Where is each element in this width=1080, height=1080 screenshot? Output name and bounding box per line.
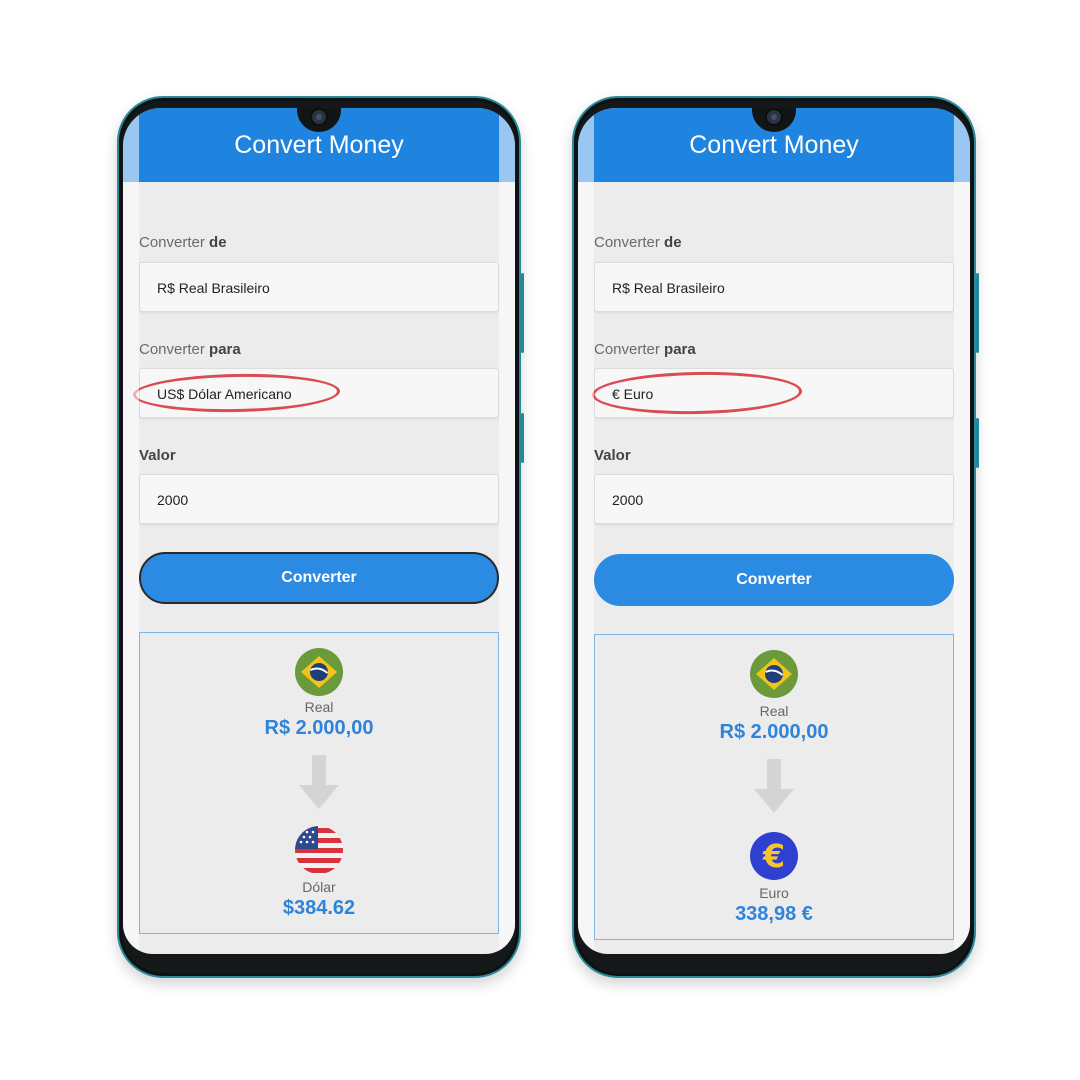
amount-label: Valor	[139, 447, 176, 464]
amount-input[interactable]: 2000	[139, 474, 499, 524]
target-currency-name: Dólar	[302, 879, 336, 895]
from-currency-select[interactable]: R$ Real Brasileiro	[139, 262, 499, 312]
arrow-down-icon	[754, 759, 794, 815]
result-panel: Real R$ 2.000,00 € Euro 338,98 €	[594, 634, 954, 940]
camera-icon	[765, 108, 783, 126]
brazil-flag-icon	[749, 649, 799, 699]
phone-right: Convert Money Converter de R$ Real Brasi…	[572, 96, 979, 978]
app-title: Convert Money	[689, 131, 859, 159]
from-currency-select[interactable]: R$ Real Brasileiro	[594, 262, 954, 312]
amount-label: Valor	[594, 447, 631, 464]
screen-edge	[578, 108, 594, 954]
usa-flag-icon	[294, 825, 344, 875]
from-currency-value: R$ Real Brasileiro	[612, 280, 725, 296]
side-button	[521, 413, 524, 463]
target-amount: 338,98 €	[735, 903, 813, 925]
source-currency-name: Real	[304, 699, 334, 715]
from-currency-value: R$ Real Brasileiro	[157, 280, 270, 296]
result-panel: Real R$ 2.000,00 Dólar $384.62	[139, 632, 499, 934]
from-label: Converter de	[139, 234, 227, 251]
side-button	[976, 273, 979, 353]
from-label: Converter de	[594, 234, 682, 251]
convert-button[interactable]: Converter	[594, 554, 954, 606]
screen-edge	[954, 108, 970, 954]
side-button	[521, 273, 524, 353]
to-label: Converter para	[594, 341, 696, 358]
phone-left: Convert Money Converter de R$ Real Brasi…	[117, 96, 524, 978]
to-label: Converter para	[139, 341, 241, 358]
app-screen-right: Convert Money Converter de R$ Real Brasi…	[578, 108, 970, 954]
source-currency-name: Real	[759, 703, 789, 719]
app-title: Convert Money	[234, 131, 404, 159]
side-button	[976, 418, 979, 468]
screen-edge	[123, 108, 139, 954]
amount-value: 2000	[612, 492, 644, 508]
target-amount: $384.62	[282, 897, 356, 919]
euro-coin-icon: €	[749, 831, 799, 881]
arrow-down-icon	[299, 755, 339, 811]
brazil-flag-icon	[294, 647, 344, 697]
camera-icon	[310, 108, 328, 126]
screen-edge	[499, 108, 515, 954]
convert-button-label: Converter	[281, 569, 357, 586]
source-amount: R$ 2.000,00	[719, 721, 829, 743]
convert-button[interactable]: Converter	[139, 552, 499, 604]
amount-value: 2000	[157, 492, 189, 508]
convert-button-label: Converter	[736, 571, 812, 588]
svg-text:€: €	[762, 837, 785, 875]
amount-input[interactable]: 2000	[594, 474, 954, 524]
target-currency-name: Euro	[759, 885, 789, 901]
source-amount: R$ 2.000,00	[264, 717, 374, 739]
app-screen-left: Convert Money Converter de R$ Real Brasi…	[123, 108, 515, 954]
